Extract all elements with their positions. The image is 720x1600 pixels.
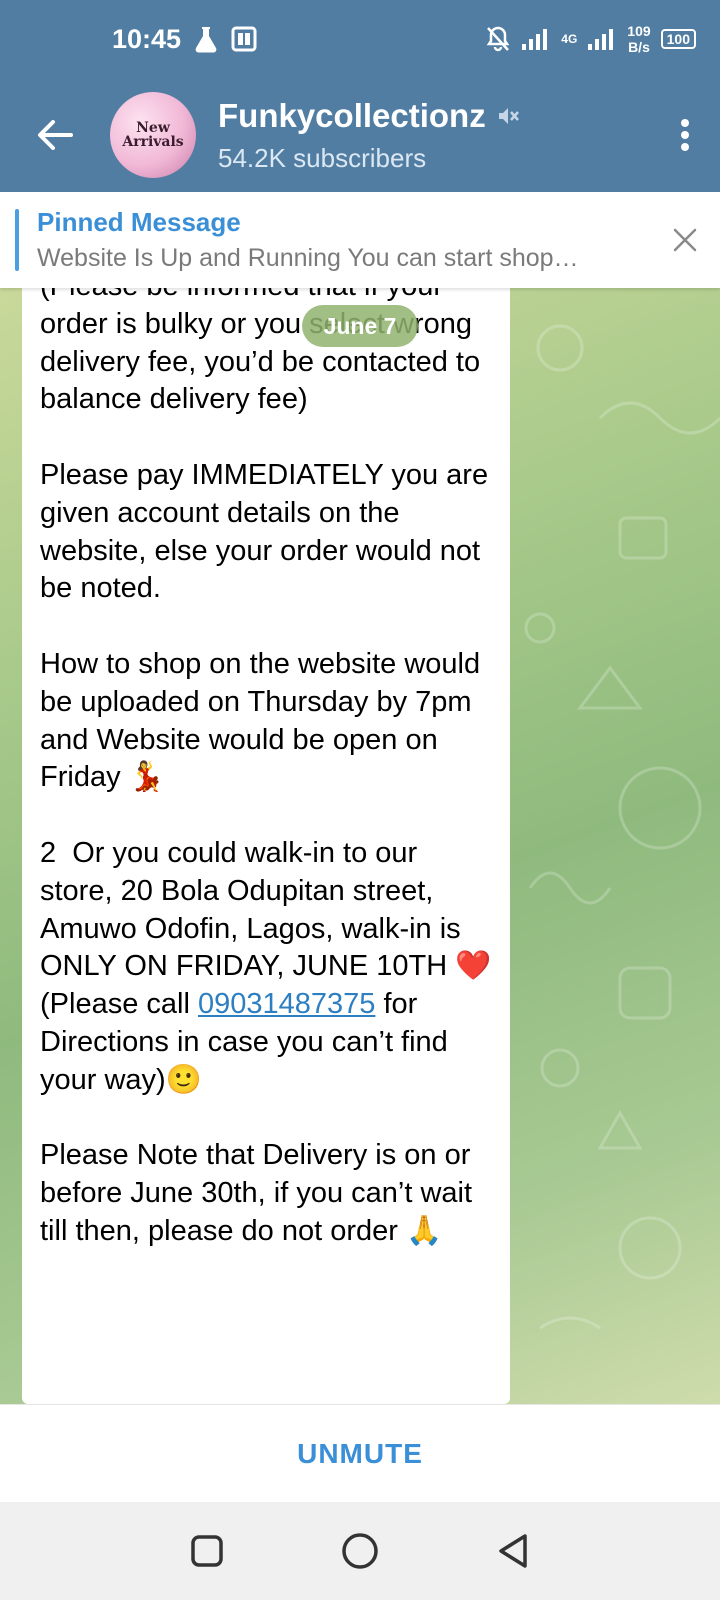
unmute-button[interactable]: UNMUTE [297,1438,423,1470]
avatar-text-line1: New [136,120,170,136]
recent-apps-button[interactable] [177,1521,237,1581]
muted-speaker-icon [498,107,519,124]
network-type: 4G [561,32,578,46]
net-speed-value: 109 [627,23,651,39]
date-badge: June 7 [302,305,418,347]
net-speed: 109 B/s [627,23,650,55]
status-time: 10:45 [112,23,182,54]
unmute-bar: UNMUTE [0,1404,720,1502]
home-button[interactable] [330,1521,390,1581]
back-triangle-icon [499,1534,528,1568]
status-right: 4G 109 B/s 100 [485,23,696,55]
channel-header: New Arrivals Funkycollectionz 54.2K subs… [0,78,720,192]
message-text: (Please be informed that if your order i… [40,288,496,1251]
status-bar: 10:45 4G 109 B/s 100 [0,0,720,78]
close-icon [673,228,697,252]
battery-icon: 100 [660,29,696,49]
back-button[interactable] [0,78,110,192]
sim-card-icon [231,26,257,52]
channel-info[interactable]: Funkycollectionz 54.2K subscribers [218,97,650,174]
more-vertical-icon [681,119,689,151]
recent-apps-icon [190,1535,223,1567]
pinned-preview: Website Is Up and Running You can start … [37,244,579,272]
more-options-button[interactable] [650,78,720,192]
signal-icon [522,29,548,50]
system-navbar [0,1502,720,1600]
subscriber-count: 54.2K subscribers [218,142,427,173]
pinned-message[interactable]: Pinned Message Website Is Up and Running… [0,192,720,288]
signal-icon [588,29,614,50]
phone-link[interactable]: 09031487375 [198,988,375,1020]
message-part1: (Please be informed that if your order i… [40,288,492,1021]
avatar-text-line2: Arrivals [122,134,184,150]
pinned-title: Pinned Message [37,207,241,237]
message-part2: for Directions in case you can’t find yo… [40,988,473,1247]
flask-icon [195,27,217,53]
pinned-close-button[interactable] [650,192,720,288]
message-bubble[interactable]: (Please be informed that if your order i… [22,288,510,1404]
home-icon [342,1533,378,1569]
net-speed-unit: B/s [628,39,650,55]
pinned-indicator [15,209,19,271]
pinned-content[interactable]: Pinned Message Website Is Up and Running… [37,207,650,273]
channel-title: Funkycollectionz [218,96,486,134]
notifications-off-icon [486,26,510,52]
channel-avatar[interactable]: New Arrivals [110,92,196,178]
chat-area: (Please be informed that if your order i… [0,288,720,1404]
nav-back-button[interactable] [483,1521,543,1581]
back-arrow-icon [38,120,73,150]
status-left: 10:45 [112,24,257,55]
